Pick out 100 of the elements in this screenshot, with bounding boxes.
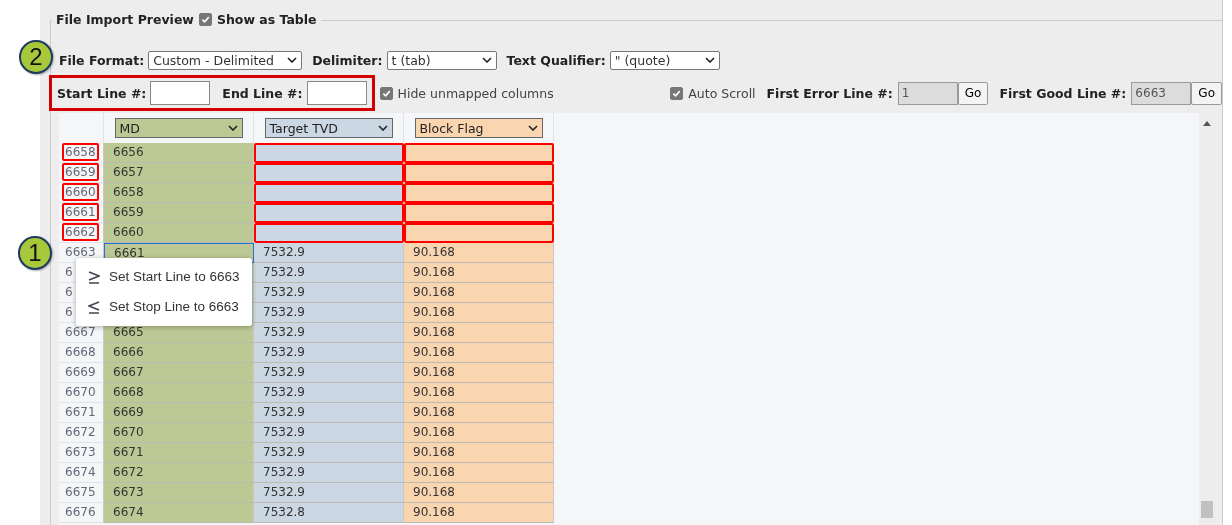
table-cell: 7532.9 (254, 263, 404, 283)
table-cell: 6674 (104, 503, 254, 523)
table-cell: 90.168 (404, 503, 554, 523)
table-cell: 7532.9 (254, 483, 404, 503)
table-cell: 7532.9 (254, 343, 404, 363)
column-dropdown[interactable]: Block Flag (414, 118, 543, 138)
column-dropdown[interactable]: Target TVD (264, 118, 393, 138)
dropdown[interactable]: " (quote) (609, 50, 720, 70)
table-cell: 7532.9 (254, 363, 404, 383)
table-cell: 6668 (104, 383, 254, 403)
table-cell: 6673 (104, 483, 254, 503)
table-cell: 6659 (104, 203, 254, 223)
line-number[interactable]: 6663 (62, 243, 99, 261)
table-cell: 6670 (104, 423, 254, 443)
column-dropdown[interactable]: MD (114, 118, 243, 138)
readonly-field: 6663 (1131, 81, 1192, 105)
line-number[interactable]: 6673 (62, 443, 99, 461)
table-cell: 90.168 (404, 383, 554, 403)
field-label: First Good Line #: (999, 85, 1127, 101)
section-title: File Import Preview (56, 12, 194, 27)
table-cell: 7532.9 (254, 383, 404, 403)
field-label: File Format: (59, 52, 145, 68)
dropdown[interactable]: Custom - Delimited (148, 50, 303, 70)
menu-item[interactable]: Set Stop Line to 6663 (76, 292, 252, 322)
line-number[interactable]: 6668 (62, 343, 99, 361)
line-number[interactable]: 6671 (62, 403, 99, 421)
readonly-field: 1 (897, 81, 958, 105)
table-cell: 7532.8 (254, 503, 404, 523)
line-number[interactable]: 6676 (62, 503, 99, 521)
table-cell: 90.168 (404, 363, 554, 383)
table-cell: 6656 (104, 143, 254, 163)
table-cell: 90.168 (404, 443, 554, 463)
greater-equal-icon (88, 270, 100, 284)
table-cell: 90.168 (404, 483, 554, 503)
table-cell: 6657 (104, 163, 254, 183)
table-cell: 90.168 (404, 263, 554, 283)
table-cell: 7532.9 (254, 443, 404, 463)
table-cell: 90.168 (404, 423, 554, 443)
chevron-down-icon (481, 57, 492, 63)
checkbox-label: Auto Scroll (688, 85, 756, 101)
chevron-down-icon (377, 125, 388, 131)
field-label: End Line #: (222, 85, 303, 101)
table-cell: 6671 (104, 443, 254, 463)
chevron-down-icon (704, 57, 715, 63)
table-cell: 90.168 (404, 323, 554, 343)
line-number[interactable]: 6672 (62, 423, 99, 441)
go-button[interactable]: Go (1191, 81, 1222, 105)
table-cell: 90.168 (404, 343, 554, 363)
less-equal-icon (88, 300, 100, 314)
table-cell: 90.168 (404, 463, 554, 483)
line-number[interactable]: 6 (62, 263, 76, 281)
line-number[interactable]: 6661 (62, 203, 99, 221)
menu-item[interactable]: Set Start Line to 6663 (76, 262, 252, 292)
line-number[interactable]: 6 (62, 303, 76, 321)
table-cell: 7532.9 (254, 323, 404, 343)
input-field[interactable] (150, 81, 211, 105)
checkbox[interactable] (198, 13, 212, 26)
input-field[interactable] (306, 81, 367, 105)
line-number[interactable]: 6667 (62, 323, 99, 341)
step-badge: 1 (18, 236, 52, 270)
field-label: Text Qualifier: (506, 52, 606, 68)
table-cell: 6672 (104, 463, 254, 483)
table-cell: 7532.9 (254, 423, 404, 443)
table-cell: 90.168 (404, 303, 554, 323)
chevron-down-icon (287, 57, 298, 63)
table-cell: 7532.9 (254, 463, 404, 483)
line-number[interactable]: 6670 (62, 383, 99, 401)
chevron-down-icon (227, 125, 238, 131)
checkbox-label: Hide unmapped columns (397, 85, 554, 101)
table-cell: 7532.9 (254, 403, 404, 423)
dropdown[interactable]: t (tab) (386, 50, 497, 70)
scrollbar-thumb[interactable] (1201, 501, 1213, 518)
table-cell: 6667 (104, 363, 254, 383)
line-number[interactable]: 6 (62, 283, 76, 301)
checkbox[interactable] (670, 86, 684, 100)
table-cell: 90.168 (404, 403, 554, 423)
go-button[interactable]: Go (957, 81, 989, 105)
table-cell: 90.168 (404, 243, 554, 263)
scroll-up-icon[interactable] (1203, 121, 1211, 126)
line-number[interactable]: 6660 (62, 183, 99, 201)
table-cell: 6669 (104, 403, 254, 423)
table-cell: 6660 (104, 223, 254, 243)
line-number[interactable]: 6662 (62, 223, 99, 241)
checkbox-label: Show as Table (216, 12, 317, 27)
table-cell: 90.168 (404, 283, 554, 303)
line-number[interactable]: 6669 (62, 363, 99, 381)
checkbox[interactable] (379, 86, 393, 100)
chevron-down-icon (527, 125, 538, 131)
line-number[interactable]: 6659 (62, 163, 99, 181)
table-cell: 7532.9 (254, 243, 404, 263)
field-label: Delimiter: (312, 52, 383, 68)
line-number[interactable]: 6674 (62, 463, 99, 481)
table-cell: 7532.9 (254, 283, 404, 303)
table-cell: 6666 (104, 343, 254, 363)
table-cell: 6658 (104, 183, 254, 203)
line-number[interactable]: 6658 (62, 143, 99, 161)
line-number[interactable]: 6675 (62, 483, 99, 501)
table-cell: 7532.9 (254, 303, 404, 323)
field-label: First Error Line #: (766, 85, 893, 101)
step-badge: 2 (19, 40, 53, 74)
